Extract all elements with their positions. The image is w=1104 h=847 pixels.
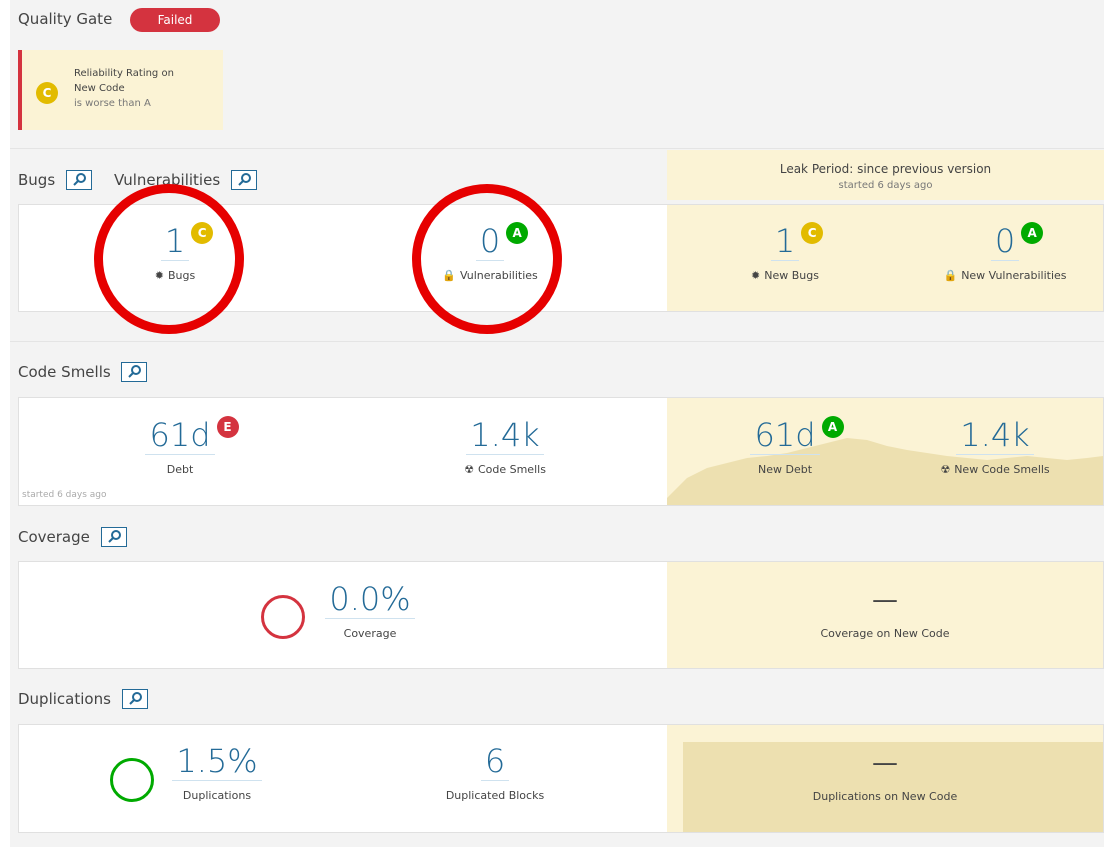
annotation-circle-bugs <box>94 184 244 334</box>
new-coverage-measure[interactable]: — Coverage on New Code <box>770 585 1000 640</box>
history-link-icon <box>128 365 142 378</box>
code-smells-title: Code Smells <box>18 363 111 381</box>
code-smells-section-title: Code Smells <box>18 362 148 382</box>
new-coverage-value: — <box>872 585 898 615</box>
vulnerabilities-history-button[interactable] <box>230 170 257 190</box>
duplicated-blocks-measure[interactable]: 6 Duplicated Blocks <box>420 742 570 802</box>
new-code-smells-measure[interactable]: 1.4k ☢ New Code Smells <box>910 416 1080 476</box>
coverage-donut-chart <box>261 595 305 639</box>
duplications-title: Duplications <box>18 690 111 708</box>
new-vulnerabilities-measure[interactable]: 0A 🔒 New Vulnerabilities <box>920 222 1090 282</box>
debt-label: Debt <box>166 463 194 476</box>
bugs-history-button[interactable] <box>65 170 92 190</box>
leak-period-title: Leak Period: since previous version <box>779 162 992 176</box>
coverage-history-button[interactable] <box>100 527 127 547</box>
history-link-icon <box>73 173 86 186</box>
new-coverage-label: Coverage on New Code <box>820 627 950 640</box>
debt-rating-badge: E <box>216 416 239 438</box>
quality-gate-condition[interactable]: C Reliability Rating on New Code is wors… <box>18 50 223 130</box>
coverage-title: Coverage <box>18 528 90 546</box>
quality-gate-status-badge: Failed <box>130 8 220 32</box>
new-code-smells-value[interactable]: 1.4k <box>956 416 1034 455</box>
condition-text: Reliability Rating on New Code is worse … <box>74 66 174 111</box>
radiation-icon: ☢ <box>940 463 951 476</box>
condition-threshold: is worse than A <box>74 98 151 109</box>
duplications-donut-chart <box>110 758 154 802</box>
leak-period-started: started 6 days ago <box>838 180 933 191</box>
duplicated-blocks-value[interactable]: 6 <box>480 742 510 781</box>
coverage-value[interactable]: 0.0% <box>325 580 415 619</box>
new-duplications-label: Duplications on New Code <box>812 790 958 803</box>
code-smells-history-button[interactable] <box>121 362 148 382</box>
code-smells-value[interactable]: 1.4k <box>466 416 544 455</box>
new-bugs-measure[interactable]: 1C ✹ New Bugs <box>720 222 850 282</box>
code-smells-measure[interactable]: 1.4k ☢ Code Smells <box>430 416 580 476</box>
coverage-section-title: Coverage <box>18 527 127 547</box>
debt-value[interactable]: 61d <box>145 416 215 455</box>
new-bugs-value[interactable]: 1 <box>770 222 800 261</box>
lock-icon: 🔒 <box>943 269 958 282</box>
debt-started-note: started 6 days ago <box>22 490 107 500</box>
debt-measure[interactable]: 61d E Debt <box>110 416 250 476</box>
bug-icon: ✹ <box>751 269 761 282</box>
new-duplications-value: — <box>872 748 898 778</box>
duplications-value[interactable]: 1.5% <box>172 742 262 781</box>
duplicated-blocks-label: Duplicated Blocks <box>445 789 545 802</box>
history-link-icon <box>107 530 121 543</box>
new-debt-rating-badge: A <box>821 416 844 438</box>
condition-metric-line2: New Code <box>74 83 125 94</box>
code-smells-label: Code Smells <box>477 463 546 476</box>
divider <box>10 148 1104 149</box>
new-debt-label: New Debt <box>757 463 813 476</box>
new-bugs-rating-badge: C <box>801 222 824 244</box>
bugs-section-title: Bugs <box>18 170 92 190</box>
new-code-smells-label: New Code Smells <box>954 463 1050 476</box>
new-vulnerabilities-label: New Vulnerabilities <box>961 269 1067 282</box>
project-overview: Quality Gate Failed C Reliability Rating… <box>10 0 1104 847</box>
duplications-label: Duplications <box>182 789 252 802</box>
coverage-label: Coverage <box>343 627 397 640</box>
new-bugs-label: New Bugs <box>764 269 819 282</box>
new-debt-measure[interactable]: 61d A New Debt <box>720 416 850 476</box>
history-link-icon <box>238 173 251 186</box>
bugs-title: Bugs <box>18 171 56 189</box>
new-duplications-measure[interactable]: — Duplications on New Code <box>770 748 1000 803</box>
divider <box>10 341 1104 342</box>
history-link-icon <box>128 692 142 705</box>
condition-rating-badge: C <box>36 82 58 104</box>
duplications-section-title: Duplications <box>18 689 148 709</box>
quality-gate-title: Quality Gate <box>18 10 113 28</box>
annotation-circle-vulnerabilities <box>412 184 562 334</box>
new-vulnerabilities-value[interactable]: 0 <box>990 222 1020 261</box>
duplications-measure[interactable]: 1.5% Duplications <box>162 742 272 802</box>
new-debt-value[interactable]: 61d <box>750 416 820 455</box>
coverage-measure[interactable]: 0.0% Coverage <box>315 580 425 640</box>
leak-period-header: Leak Period: since previous version star… <box>667 150 1104 200</box>
condition-metric-line1: Reliability Rating on <box>74 68 174 79</box>
new-vulnerabilities-rating-badge: A <box>1021 222 1044 244</box>
radiation-icon: ☢ <box>464 463 474 476</box>
duplications-history-button[interactable] <box>121 689 148 709</box>
